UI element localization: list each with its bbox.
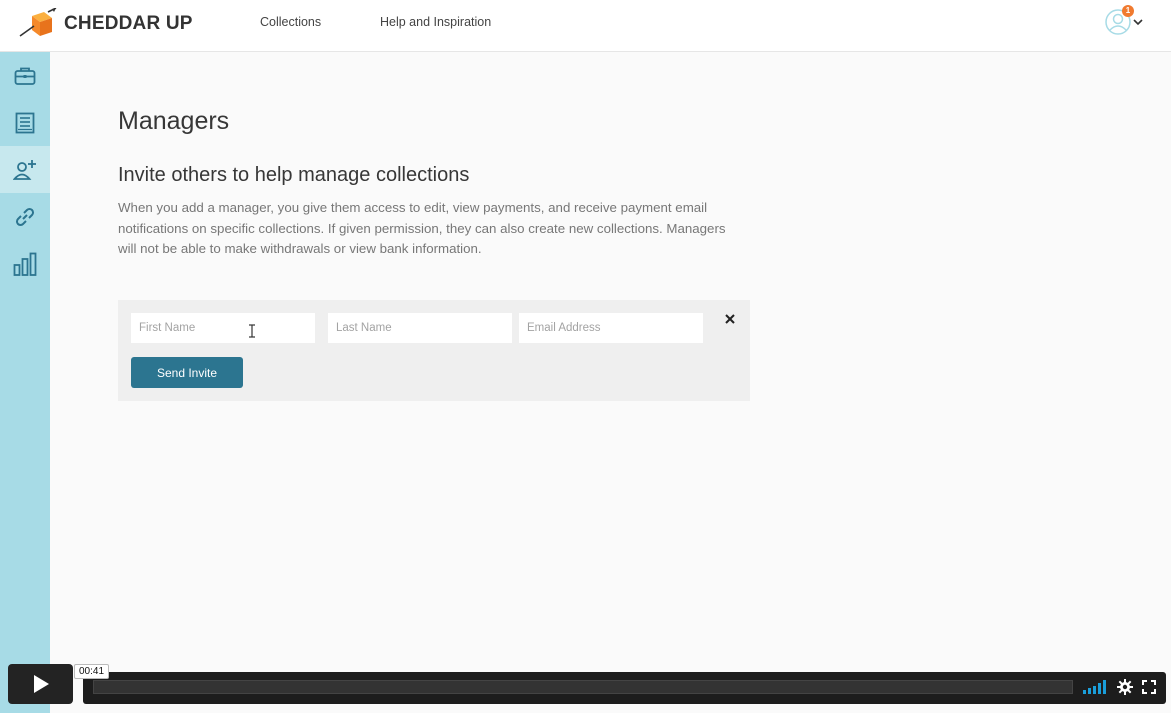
bar-chart-icon [13, 252, 37, 276]
sidebar-item-collections[interactable] [0, 52, 50, 99]
video-timecode: 00:41 [74, 664, 110, 679]
first-name-input[interactable] [131, 313, 315, 343]
sidebar-item-ledger[interactable] [0, 99, 50, 146]
volume-icon [1083, 680, 1106, 694]
sidebar-item-links[interactable] [0, 193, 50, 240]
brand-logo[interactable]: CHEDDAR UP [18, 8, 193, 40]
section-subtitle: Invite others to help manage collections [118, 164, 470, 186]
section-description: When you add a manager, you give them ac… [118, 200, 726, 256]
email-address-input[interactable] [519, 313, 703, 343]
close-icon[interactable] [724, 313, 736, 325]
nav-help-link[interactable]: Help and Inspiration [380, 15, 491, 29]
video-player-controls: 00:41 [0, 664, 1171, 713]
play-button[interactable] [8, 664, 73, 704]
sidebar-item-reports[interactable] [0, 240, 50, 287]
invite-manager-form: Send Invite [118, 300, 750, 401]
main-content: Managers Invite others to help manage co… [50, 52, 1171, 672]
ledger-icon [15, 112, 35, 133]
fullscreen-icon [1142, 680, 1156, 694]
sidebar-item-managers[interactable] [0, 146, 50, 193]
user-menu[interactable]: 1 [1105, 5, 1143, 35]
send-invite-button[interactable]: Send Invite [131, 357, 243, 388]
nav-collections-link[interactable]: Collections [260, 15, 321, 29]
brand-name: CHEDDAR UP [64, 13, 193, 34]
progress-track[interactable] [93, 680, 1073, 694]
avatar[interactable]: 1 [1105, 5, 1134, 35]
sidebar [0, 52, 50, 713]
add-user-icon [13, 159, 36, 180]
last-name-input[interactable] [328, 313, 512, 343]
top-navbar: CHEDDAR UP Collections Help and Inspirat… [0, 0, 1171, 52]
notification-badge: 1 [1122, 5, 1134, 17]
play-icon [33, 675, 49, 693]
cheddar-logo-icon [19, 8, 57, 37]
link-icon [15, 207, 35, 226]
page-title: Managers [118, 107, 230, 135]
briefcase-icon [14, 67, 36, 85]
gear-icon [1117, 679, 1133, 695]
chevron-down-icon [1133, 19, 1143, 26]
player-control-bar [83, 672, 1166, 704]
